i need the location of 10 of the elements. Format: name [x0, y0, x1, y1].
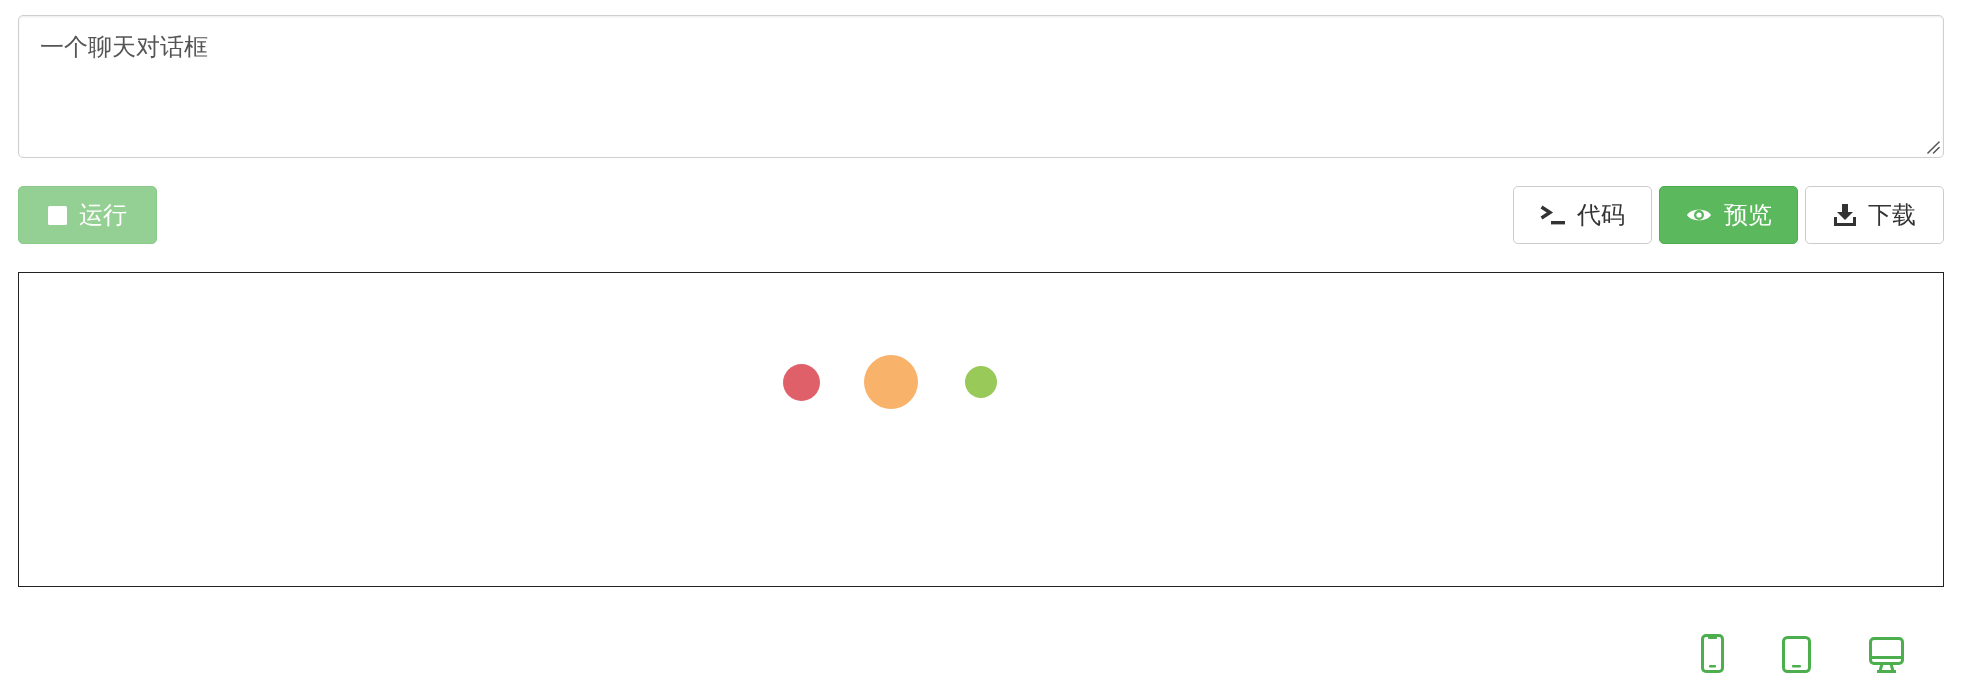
phone-icon[interactable]	[1701, 634, 1724, 673]
download-icon	[1833, 204, 1856, 226]
code-button[interactable]: 代码	[1513, 186, 1652, 244]
resize-grip-icon[interactable]	[1927, 141, 1940, 154]
desktop-monitor-icon[interactable]	[1869, 637, 1904, 673]
terminal-icon	[1540, 205, 1565, 225]
stop-icon	[48, 205, 67, 225]
prompt-field[interactable]: 一个聊天对话框	[18, 15, 1944, 158]
download-button[interactable]: 下载	[1805, 186, 1944, 244]
tablet-icon[interactable]	[1782, 636, 1811, 673]
